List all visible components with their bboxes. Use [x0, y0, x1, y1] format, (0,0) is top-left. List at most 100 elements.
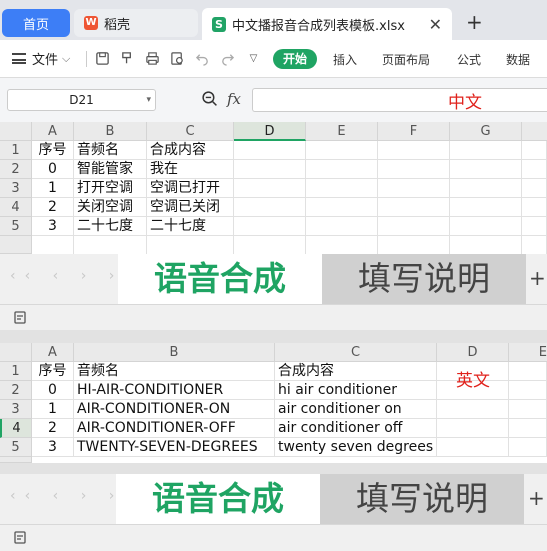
sheet-tab-instructions[interactable]: 填写说明 [320, 474, 524, 524]
table-cell[interactable]: AIR-CONDITIONER-OFF [74, 419, 275, 438]
table-cell[interactable] [509, 362, 547, 381]
tab-start[interactable]: 开始 [273, 49, 317, 69]
table-cell[interactable]: twenty seven degrees [275, 438, 437, 457]
table-cell[interactable]: 二十七度 [74, 217, 147, 236]
table-cell[interactable]: 3 [32, 217, 74, 236]
table-cell[interactable]: 0 [32, 160, 74, 179]
table-cell[interactable] [306, 236, 378, 255]
table-cell[interactable] [509, 381, 547, 400]
column-header[interactable]: D [437, 343, 509, 362]
table-cell[interactable]: 二十七度 [147, 217, 234, 236]
table-cell[interactable] [32, 236, 74, 255]
name-box[interactable]: D21 ▾ [7, 89, 156, 111]
table-cell[interactable]: 2 [32, 198, 74, 217]
formula-input[interactable] [252, 88, 547, 112]
table-cell[interactable] [509, 419, 547, 438]
select-all-corner[interactable] [0, 343, 32, 362]
row-header[interactable]: 1 [0, 141, 32, 160]
tab-formulas[interactable]: 公式 [457, 51, 481, 68]
undo-icon[interactable] [195, 51, 210, 66]
table-cell[interactable] [522, 236, 547, 255]
table-cell[interactable] [234, 236, 306, 255]
table-cell[interactable] [378, 236, 450, 255]
row-header[interactable]: 3 [0, 400, 32, 419]
column-header[interactable]: B [74, 122, 147, 141]
zoom-icon[interactable] [201, 90, 218, 107]
row-header[interactable]: 2 [0, 381, 32, 400]
table-cell[interactable] [147, 236, 234, 255]
add-sheet-plus-icon[interactable]: + [529, 266, 546, 290]
tab-page-layout[interactable]: 页面布局 [382, 51, 430, 68]
print-icon[interactable] [145, 51, 160, 66]
table-cell[interactable]: 序号 [32, 362, 74, 381]
table-cell[interactable]: 合成内容 [147, 141, 234, 160]
table-cell[interactable] [509, 438, 547, 457]
spreadsheet-grid-top[interactable]: A B C D E F G 1 2 3 4 5 序号 音频名 合成内容 0 智能管家 我在… [0, 122, 547, 255]
table-cell[interactable]: 关闭空调 [74, 198, 147, 217]
row-header[interactable]: 3 [0, 179, 32, 198]
table-cell[interactable] [234, 141, 306, 160]
table-cell[interactable]: 1 [32, 179, 74, 198]
table-cell[interactable] [378, 198, 450, 217]
table-cell[interactable]: 空调已打开 [147, 179, 234, 198]
sheet-tab-speech-synthesis[interactable]: 语音合成 [116, 474, 320, 524]
table-cell[interactable] [378, 160, 450, 179]
table-cell[interactable]: 空调已关闭 [147, 198, 234, 217]
table-cell[interactable] [306, 217, 378, 236]
chevron-down-icon[interactable]: ▾ [146, 90, 151, 110]
column-header[interactable]: E [509, 343, 547, 362]
table-cell[interactable] [522, 217, 547, 236]
table-cell[interactable] [234, 179, 306, 198]
column-header[interactable]: G [450, 122, 522, 141]
macro-icon[interactable] [12, 310, 28, 326]
table-cell[interactable] [450, 198, 522, 217]
column-header[interactable]: A [32, 122, 74, 141]
column-header[interactable]: B [74, 343, 275, 362]
table-cell[interactable]: 我在 [147, 160, 234, 179]
close-icon[interactable]: ✕ [429, 15, 442, 34]
table-cell[interactable]: 音频名 [74, 362, 275, 381]
redo-icon[interactable] [220, 51, 235, 66]
table-cell[interactable]: 3 [32, 438, 74, 457]
table-cell[interactable] [450, 160, 522, 179]
spreadsheet-grid-bottom[interactable]: A B C D E 1 2 3 4 5 序号 音频名 合成内容 0 HI-AIR-CON… [0, 343, 547, 463]
table-cell[interactable] [234, 198, 306, 217]
table-cell[interactable] [522, 141, 547, 160]
table-cell[interactable] [306, 160, 378, 179]
save-icon[interactable] [95, 51, 110, 66]
table-cell[interactable]: 音频名 [74, 141, 147, 160]
table-cell[interactable]: TWENTY-SEVEN-DEGREES [74, 438, 275, 457]
tab-insert[interactable]: 插入 [333, 51, 357, 68]
select-all-corner[interactable] [0, 122, 32, 141]
add-sheet-plus-icon[interactable]: + [528, 486, 545, 510]
table-cell[interactable]: 智能管家 [74, 160, 147, 179]
column-header[interactable]: C [275, 343, 437, 362]
tab-home[interactable]: 首页 [2, 9, 70, 37]
table-cell[interactable] [306, 141, 378, 160]
table-cell[interactable] [74, 236, 147, 255]
column-header[interactable]: E [306, 122, 378, 141]
table-cell[interactable]: 序号 [32, 141, 74, 160]
table-cell[interactable] [306, 179, 378, 198]
table-cell[interactable] [437, 419, 509, 438]
table-cell[interactable] [234, 160, 306, 179]
table-cell[interactable]: HI-AIR-CONDITIONER [74, 381, 275, 400]
table-cell[interactable]: 1 [32, 400, 74, 419]
table-cell[interactable]: 2 [32, 419, 74, 438]
table-cell[interactable]: 打开空调 [74, 179, 147, 198]
table-cell[interactable]: air conditioner on [275, 400, 437, 419]
file-menu-button[interactable]: 文件 ⌵ [12, 49, 70, 68]
macro-icon[interactable] [12, 530, 28, 546]
table-cell[interactable] [306, 198, 378, 217]
tab-document[interactable]: S 中文播报音合成列表模板.xlsx ✕ [202, 8, 452, 40]
row-header[interactable]: 4 [0, 198, 32, 217]
print-preview-icon[interactable] [170, 51, 185, 66]
row-header-selected[interactable]: 4 [0, 419, 32, 438]
row-header[interactable]: 5 [0, 438, 32, 457]
table-cell[interactable] [437, 400, 509, 419]
fx-icon[interactable]: fx [227, 90, 241, 108]
table-cell[interactable] [509, 400, 547, 419]
table-cell[interactable] [522, 198, 547, 217]
column-header[interactable] [522, 122, 547, 141]
row-header[interactable]: 1 [0, 362, 32, 381]
